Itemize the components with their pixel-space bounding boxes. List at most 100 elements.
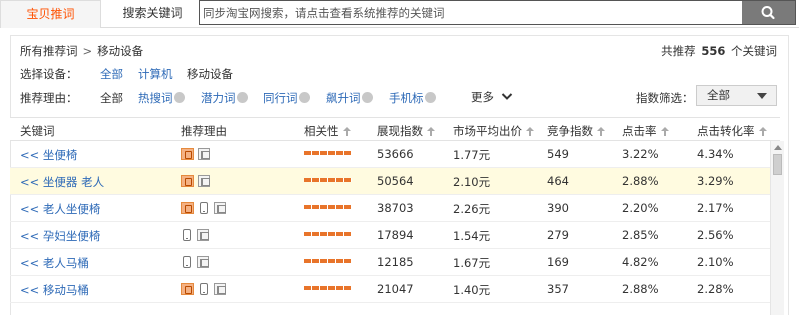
- relevance-bar: [304, 232, 352, 236]
- ctr-value: 2.88%: [622, 174, 659, 188]
- keyword-link[interactable]: << 老人坐便椅: [20, 201, 100, 217]
- table-body: << 坐便椅 53666 1.77元 549 3.22% 4.34% << 坐便…: [10, 141, 770, 315]
- col-impressions[interactable]: 展现指数: [377, 123, 435, 139]
- tab-item-recommend[interactable]: 宝贝推词: [0, 0, 101, 28]
- col-cvr-label: 点击转化率: [697, 124, 755, 138]
- hot-icon: [181, 175, 194, 187]
- competition-value: 390: [547, 201, 569, 215]
- avg-bid-value: 1.67元: [453, 256, 491, 270]
- reason-option-all[interactable]: 全部: [100, 90, 123, 106]
- reason-option-peer-label: 同行词: [263, 91, 298, 105]
- reason-option-hot[interactable]: 热搜词: [138, 90, 185, 106]
- device-option-all[interactable]: 全部: [100, 66, 123, 82]
- total-prefix: 共推荐: [661, 44, 696, 58]
- sort-arrow-icon[interactable]: [342, 127, 351, 136]
- help-icon[interactable]: [424, 92, 436, 103]
- help-icon[interactable]: [236, 92, 248, 103]
- scroll-thumb[interactable]: [773, 154, 782, 175]
- device-option-mobile[interactable]: 移动设备: [187, 66, 233, 82]
- relevance-bar: [304, 286, 352, 290]
- keyword-link[interactable]: << 坐便器 老人: [20, 174, 104, 190]
- reason-icons: [181, 148, 214, 162]
- breadcrumb-root[interactable]: 所有推荐词: [20, 44, 78, 58]
- sort-arrow-icon[interactable]: [427, 127, 435, 136]
- col-relevance-label: 相关性: [304, 124, 339, 138]
- sort-arrow-icon[interactable]: [526, 127, 534, 136]
- reason-option-hot-label: 热搜词: [138, 91, 173, 105]
- avg-bid-value: 2.26元: [453, 202, 491, 216]
- reason-option-potential[interactable]: 潜力词: [201, 90, 248, 106]
- reason-option-rising-label: 飙升词: [326, 91, 361, 105]
- hot-icon: [181, 148, 194, 160]
- mobile-icon: [183, 229, 191, 241]
- impressions-value: 12185: [377, 255, 414, 269]
- device-filter-label: 选择设备：: [20, 67, 78, 81]
- sort-arrow-icon[interactable]: [597, 127, 605, 136]
- keyword-link[interactable]: << 孕妇坐便椅: [20, 228, 100, 244]
- col-ctr[interactable]: 点击率: [622, 123, 669, 139]
- avg-bid-value: 1.54元: [453, 229, 491, 243]
- cvr-value: 4.34%: [697, 147, 734, 161]
- reason-option-peer[interactable]: 同行词: [263, 90, 310, 106]
- col-ctr-label: 点击率: [622, 124, 657, 138]
- cvr-value: 3.29%: [697, 174, 734, 188]
- mobile-icon: [200, 283, 208, 295]
- sort-arrow-icon[interactable]: [660, 127, 669, 136]
- impressions-value: 50564: [377, 174, 414, 188]
- index-filter-label: 指数筛选：: [636, 91, 694, 105]
- avg-bid-value: 1.40元: [453, 283, 491, 297]
- keyword-link[interactable]: << 移动马桶: [20, 282, 89, 298]
- vertical-scrollbar[interactable]: [770, 141, 784, 315]
- device-option-computer[interactable]: 计算机: [138, 66, 173, 82]
- search-input[interactable]: [200, 1, 741, 24]
- search-button[interactable]: [742, 1, 795, 24]
- cvr-value: 2.28%: [697, 282, 734, 296]
- ctr-value: 4.82%: [622, 255, 659, 269]
- tab-divider: [101, 27, 799, 28]
- cvr-value: 2.10%: [697, 255, 734, 269]
- tab-search-keywords[interactable]: 搜索关键词: [105, 0, 200, 28]
- col-cvr[interactable]: 点击转化率: [697, 123, 767, 139]
- left-tag-icon: [198, 175, 210, 187]
- scroll-up-icon[interactable]: [774, 145, 782, 150]
- col-avg-bid-label: 市场平均出价: [453, 124, 522, 138]
- reason-option-potential-label: 潜力词: [201, 91, 236, 105]
- ctr-value: 2.85%: [622, 228, 659, 242]
- avg-bid-value: 1.77元: [453, 148, 491, 162]
- ctr-value: 2.20%: [622, 201, 659, 215]
- left-tag-icon: [197, 229, 209, 241]
- ctr-value: 3.22%: [622, 147, 659, 161]
- col-relevance[interactable]: 相关性: [304, 123, 351, 139]
- relevance-bar: [304, 151, 352, 155]
- keyword-link[interactable]: << 坐便椅: [20, 147, 77, 163]
- help-icon[interactable]: [298, 92, 310, 103]
- table-row: << 老人坐便椅 38703 2.26元 390 2.20% 2.17%: [10, 195, 770, 222]
- avg-bid-value: 2.10元: [453, 175, 491, 189]
- impressions-value: 21047: [377, 282, 414, 296]
- reason-icons: [181, 175, 214, 189]
- table-header: 关键词 推荐理由 相关性 展现指数 市场平均出价 竞争指数 点击率 点击转化率: [10, 117, 780, 141]
- competition-value: 169: [547, 255, 569, 269]
- help-icon[interactable]: [173, 92, 185, 103]
- table-row: << 孕妇坐便椅 17894 1.54元 279 2.85% 2.56%: [10, 222, 770, 249]
- reason-option-rising[interactable]: 飙升词: [326, 90, 373, 106]
- col-avg-bid[interactable]: 市场平均出价: [453, 123, 534, 139]
- hot-icon: [181, 283, 194, 295]
- sort-arrow-icon[interactable]: [758, 127, 767, 136]
- left-tag-icon: [198, 148, 210, 160]
- search-box: [199, 0, 796, 25]
- chevron-down-icon: [501, 93, 512, 100]
- help-icon[interactable]: [361, 92, 373, 103]
- table-row: << 老人马桶 12185 1.67元 169 4.82% 2.10%: [10, 249, 770, 276]
- ctr-value: 2.88%: [622, 282, 659, 296]
- table-row: << 坐便椅 53666 1.77元 549 3.22% 4.34%: [10, 141, 770, 168]
- total-number: 556: [701, 44, 726, 58]
- reason-option-mobile[interactable]: 手机标: [389, 90, 436, 106]
- keyword-link[interactable]: << 老人马桶: [20, 255, 89, 271]
- tab-bar: 宝贝推词 搜索关键词: [0, 0, 799, 28]
- index-filter-select[interactable]: 全部: [696, 85, 777, 106]
- more-options-button[interactable]: 更多: [471, 89, 513, 105]
- reason-filter-label: 推荐理由：: [20, 91, 78, 105]
- mobile-icon: [183, 256, 191, 268]
- col-competition[interactable]: 竞争指数: [547, 123, 605, 139]
